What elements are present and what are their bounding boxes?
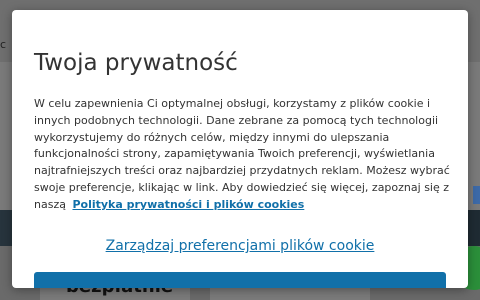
cookie-consent-dialog: Twoja prywatność W celu zapewnienia Ci o… [12, 10, 468, 288]
dialog-title: Twoja prywatność [34, 50, 238, 76]
page-background: c bezpłatnie w formule FLEX! Twoja prywa… [0, 0, 480, 300]
background-edge-letter: c [0, 38, 7, 51]
manage-cookie-preferences-link[interactable]: Zarządzaj preferencjami plików cookie [12, 238, 468, 254]
dialog-body-text: W celu zapewnienia Ci optymalnej obsługi… [34, 97, 450, 211]
privacy-policy-link[interactable]: Polityka prywatności i plików cookies [72, 198, 304, 211]
accept-cookies-button[interactable] [34, 272, 446, 288]
background-edge-tab [473, 186, 480, 204]
dialog-body: W celu zapewnienia Ci optymalnej obsługi… [34, 96, 452, 214]
background-strip-edge [0, 210, 12, 246]
